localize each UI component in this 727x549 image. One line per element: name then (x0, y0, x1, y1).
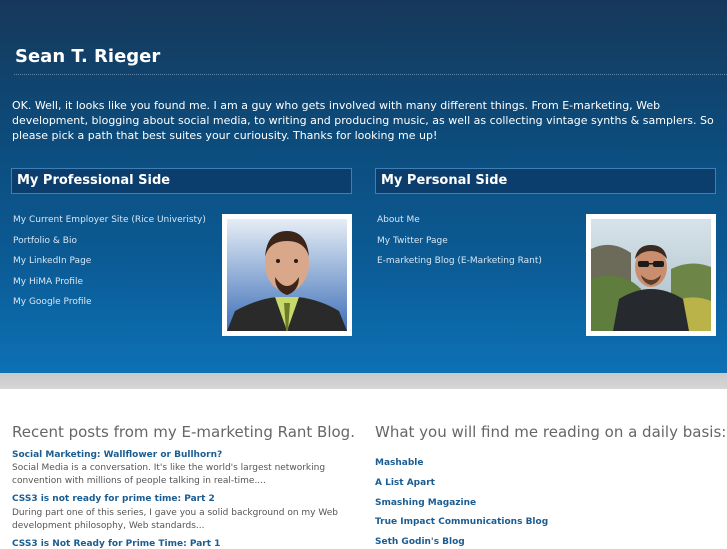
list-item: E-marketing Blog (E-Marketing Rant) (377, 248, 542, 269)
reading-heading: What you will find me reading on a daily… (375, 423, 727, 441)
title-divider (14, 74, 727, 75)
true-impact-link[interactable]: True Impact Communications Blog (375, 517, 548, 527)
list-item: Seth Godin's Blog (375, 529, 548, 549)
post-excerpt: During part one of this series, I gave y… (12, 508, 338, 531)
list-item: Smashing Magazine (375, 490, 548, 510)
reading-links: Mashable A List Apart Smashing Magazine … (375, 450, 548, 549)
linkedin-link[interactable]: My LinkedIn Page (13, 256, 91, 266)
a-list-apart-link[interactable]: A List Apart (375, 478, 435, 488)
header-banner: Sean T. Rieger OK. Well, it looks like y… (0, 0, 727, 373)
list-item: Mashable (375, 450, 548, 470)
post-title-link[interactable]: Social Marketing: Wallflower or Bullhorn… (12, 450, 222, 460)
hima-profile-link[interactable]: My HiMA Profile (13, 277, 83, 287)
twitter-link[interactable]: My Twitter Page (377, 236, 448, 246)
list-item: My Current Employer Site (Rice Univerist… (13, 207, 206, 228)
blog-heading: Recent posts from my E-marketing Rant Bl… (12, 423, 355, 441)
list-item: My HiMA Profile (13, 269, 206, 290)
personal-heading: My Personal Side (375, 168, 716, 194)
post-title-link[interactable]: CSS3 is not ready for prime time: Part 2 (12, 494, 215, 504)
site-title[interactable]: Sean T. Rieger (15, 46, 160, 67)
professional-photo (222, 214, 352, 336)
personal-links: About Me My Twitter Page E-marketing Blo… (377, 207, 542, 269)
personal-photo (586, 214, 716, 336)
list-item: True Impact Communications Blog (375, 509, 548, 529)
portfolio-link[interactable]: Portfolio & Bio (13, 236, 77, 246)
list-item: A List Apart (375, 470, 548, 490)
professional-heading: My Professional Side (11, 168, 352, 194)
section-divider (0, 373, 727, 389)
mashable-link[interactable]: Mashable (375, 458, 424, 468)
smashing-magazine-link[interactable]: Smashing Magazine (375, 498, 476, 508)
post-title-link[interactable]: CSS3 is Not Ready for Prime Time: Part 1 (12, 539, 220, 549)
seth-godin-link[interactable]: Seth Godin's Blog (375, 537, 465, 547)
post-excerpt: Social Media is a conversation. It's lik… (12, 463, 326, 486)
list-item: My Twitter Page (377, 228, 542, 249)
about-me-link[interactable]: About Me (377, 215, 420, 225)
employer-site-link[interactable]: My Current Employer Site (Rice Univerist… (13, 215, 206, 225)
portrait-photo (227, 219, 347, 331)
list-item: About Me (377, 207, 542, 228)
list-item: My LinkedIn Page (13, 248, 206, 269)
emarketing-blog-link[interactable]: E-marketing Blog (E-Marketing Rant) (377, 256, 542, 266)
list-item: Portfolio & Bio (13, 228, 206, 249)
google-profile-link[interactable]: My Google Profile (13, 297, 92, 307)
professional-links: My Current Employer Site (Rice Univerist… (13, 207, 206, 310)
list-item: My Google Profile (13, 289, 206, 310)
intro-text: OK. Well, it looks like you found me. I … (12, 99, 714, 142)
outdoor-photo (591, 219, 711, 331)
